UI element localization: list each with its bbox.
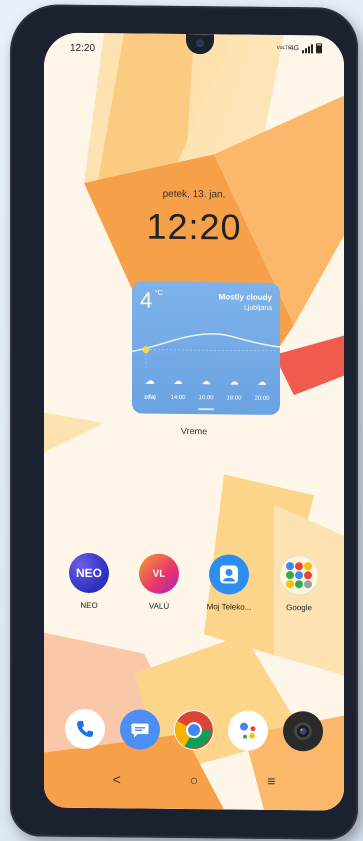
- chrome-logo-icon: [174, 711, 213, 750]
- battery-icon: [316, 43, 322, 54]
- cloud-icon: ☁: [257, 376, 267, 387]
- wallpaper: [44, 32, 344, 811]
- message-bubble-icon: [131, 723, 149, 738]
- cloud-icon: ☁: [201, 376, 211, 387]
- lockscreen-clock[interactable]: 12:20: [44, 205, 344, 250]
- phone-app-icon[interactable]: [65, 708, 106, 750]
- cloud-icon: ☁: [229, 376, 239, 387]
- hour-item: ☁ 18:00: [222, 376, 246, 401]
- dock: [44, 708, 344, 752]
- navigation-bar: < ○ ≡: [44, 771, 344, 790]
- app-label: Google: [286, 603, 312, 613]
- neo-app-icon[interactable]: NEO: [69, 552, 109, 594]
- weather-widget[interactable]: 4 °C Mostly cloudy Ljubljana ☁ zdaj ☁ 14:0…: [132, 281, 280, 416]
- weather-temperature: 4: [140, 287, 153, 313]
- hourly-forecast: ☁ zdaj ☁ 14:00 ☁ 16:00 ☁ 18:00 ☁ 20:00: [138, 376, 274, 402]
- phone-handset-icon: [77, 720, 94, 738]
- app-moj-telekom[interactable]: Moj Teleko...: [200, 554, 258, 612]
- camera-lens-icon: [293, 722, 312, 741]
- person-icon: [220, 565, 238, 584]
- assistant-dots-icon: [240, 722, 256, 739]
- weather-city: Ljubljana: [243, 304, 272, 312]
- app-neo[interactable]: NEO NEO: [60, 552, 118, 611]
- cloud-rain-icon: ☁: [145, 375, 155, 386]
- back-button[interactable]: <: [102, 771, 132, 787]
- front-camera: [196, 39, 204, 48]
- chrome-app-icon[interactable]: [173, 709, 214, 751]
- volte-indicator: VoLTE: [276, 44, 292, 51]
- home-button[interactable]: ○: [179, 772, 209, 788]
- cloud-icon: ☁: [173, 375, 183, 386]
- widget-scroll-indicator: [198, 408, 214, 411]
- recents-button[interactable]: ≡: [256, 773, 286, 789]
- camera-app-icon[interactable]: [282, 711, 323, 752]
- phone-screen: 12:20 VoLTE 4G petek, 13. jan. 12:20 4 °…: [44, 32, 344, 811]
- hour-item: ☁ zdaj: [138, 376, 162, 401]
- weather-condition: Mostly cloudy: [218, 292, 272, 302]
- home-apps-row: NEO NEO VL VALÚ Moj Teleko... Google: [44, 552, 344, 613]
- google-folder-icon[interactable]: [279, 554, 319, 596]
- hour-item: ☁ 14:00: [166, 376, 190, 401]
- valu-app-icon[interactable]: VL: [139, 553, 179, 594]
- hour-item: ☁ 20:00: [250, 377, 274, 402]
- hour-item: ☁ 16:00: [194, 376, 218, 401]
- signal-icon: [302, 43, 313, 53]
- temperature-curve: [132, 333, 280, 370]
- moj-telekom-app-icon[interactable]: [209, 554, 249, 595]
- status-bar-time: 12:20: [70, 42, 96, 55]
- google-assistant-app-icon[interactable]: [228, 710, 269, 751]
- app-label: NEO: [80, 600, 98, 611]
- messages-app-icon[interactable]: [119, 709, 160, 750]
- status-bar-icons: VoLTE 4G: [276, 43, 322, 54]
- app-label: Moj Teleko...: [206, 602, 252, 612]
- app-label: VALÚ: [148, 601, 170, 611]
- app-google-folder[interactable]: Google: [270, 554, 328, 613]
- weather-unit: °C: [155, 289, 163, 297]
- network-type: 4G: [289, 44, 299, 52]
- app-valu[interactable]: VL VALÚ: [130, 553, 188, 611]
- folder-app-grid: [286, 562, 312, 589]
- phone-frame: 12:20 VoLTE 4G petek, 13. jan. 12:20 4 °…: [10, 4, 358, 840]
